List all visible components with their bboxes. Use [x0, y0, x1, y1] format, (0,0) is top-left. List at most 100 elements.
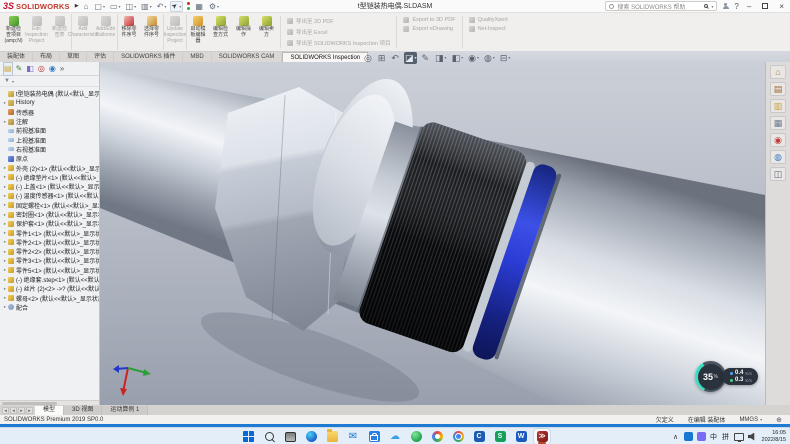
taskbar-icon[interactable] — [366, 429, 382, 444]
tree-item[interactable]: 前视基准面 — [2, 126, 99, 135]
quick-access-button[interactable]: ▦ — [194, 2, 205, 11]
taskbar-icon[interactable] — [429, 429, 445, 444]
search-caret-icon[interactable]: ▾ — [711, 4, 713, 9]
tree-item[interactable]: t型铠装热电偶 (默认<默认_显示状态-1 — [2, 89, 99, 98]
command-tab[interactable]: SOLIDWORKS Inspection — [282, 52, 368, 62]
ribbon-button[interactable]: 编辑检 查方式 — [209, 14, 232, 50]
tray-icon[interactable] — [748, 433, 757, 441]
tree-item[interactable]: ▸ 固定螺栓<1> (默认<<默认>_显示 — [2, 201, 99, 210]
model-3d[interactable] — [100, 62, 765, 405]
tray-icon[interactable]: ∧ — [672, 433, 680, 441]
hud-button[interactable]: ✎ — [420, 52, 431, 64]
ribbon-button[interactable]: 启动模 板编辑 器 — [186, 14, 209, 50]
hud-button[interactable]: ⊞ — [377, 52, 388, 64]
panel-tab[interactable]: ▤ — [4, 63, 12, 75]
menu-flyout-arrow-icon[interactable]: ▶ — [75, 3, 79, 9]
quick-access-button[interactable]: ▥▾ — [140, 2, 153, 11]
hud-button[interactable]: ◪▾ — [404, 52, 418, 64]
taskbar-icon[interactable] — [261, 429, 277, 444]
export-menu-item[interactable]: Export eDrawing — [403, 26, 455, 32]
panel-tab[interactable]: ◉ — [49, 63, 56, 75]
ribbon-button[interactable]: 编辑操 作 — [232, 14, 255, 50]
tree-filter-bar[interactable]: ▼ ▾ — [0, 76, 99, 87]
quick-access-button[interactable] — [186, 2, 191, 10]
tree-item[interactable]: ▸ (-) 绝缘套.step<1> (默认<<默认> — [2, 275, 99, 284]
taskbar-icon[interactable] — [408, 429, 424, 444]
tray-icon[interactable] — [697, 432, 706, 441]
document-tab[interactable]: 3D 视图 — [64, 406, 102, 415]
document-tab[interactable]: 模型 — [35, 406, 64, 415]
tree-item[interactable]: ▸ 零件3<1> (默认<<默认>_显示状态 — [2, 256, 99, 265]
quick-access-button[interactable]: ⚙▾ — [208, 2, 220, 11]
quick-access-button[interactable]: ▭▾ — [109, 2, 122, 11]
hud-button[interactable]: ◉▾ — [467, 52, 480, 64]
taskbar-icon[interactable] — [240, 429, 256, 444]
task-pane-tab[interactable]: ◫ — [770, 167, 786, 181]
taskbar-icon[interactable] — [303, 429, 319, 444]
tree-item[interactable]: ▸ 零件5<1> (默认<<默认>_显示状态 — [2, 266, 99, 275]
ribbon-button[interactable]: 移除零 件序号 — [117, 14, 140, 50]
tree-item[interactable]: ▸ 保护套<1> (默认<<默认>_显示状 — [2, 219, 99, 228]
ribbon-button[interactable]: 选择零 件序号 — [140, 14, 163, 50]
tray-icon[interactable]: 中 — [710, 432, 718, 442]
document-tab[interactable]: 运动算例 1 — [102, 406, 148, 415]
export-menu-item[interactable]: 导出至 2D PDF — [287, 17, 390, 25]
tree-item[interactable]: ▸ 零件2<2> (默认<<默认>_显示状态 — [2, 247, 99, 256]
tree-item[interactable]: ▸ 注解 — [2, 117, 99, 126]
search-icon[interactable] — [704, 4, 708, 8]
quick-access-button[interactable]: ◫▾ — [125, 2, 138, 11]
taskbar-icon[interactable] — [450, 429, 466, 444]
close-button[interactable]: × — [776, 2, 787, 11]
tree-item[interactable]: ▸ 螺母<2> (默认<<默认>_显示状态 — [2, 294, 99, 303]
units-selector[interactable]: MMGS▾ — [739, 417, 762, 423]
export-menu-item[interactable]: Export to 3D PDF — [403, 17, 455, 23]
ribbon-button[interactable]: Add/Edit Balloons — [94, 14, 117, 50]
ribbon-button[interactable]: 编辑卖 方 — [255, 14, 278, 50]
viewport-3d[interactable] — [100, 62, 765, 405]
tree-item[interactable]: ▸ 密封圈<1> (默认<<默认>_显示状 — [2, 210, 99, 219]
tree-item[interactable]: ▸ 零件1<1> (默认<<默认>_显示状态 — [2, 228, 99, 237]
task-pane-tab[interactable]: ◉ — [770, 133, 786, 147]
tab-scroll-button[interactable]: ◂ — [10, 407, 17, 414]
task-pane-tab[interactable]: ▤ — [770, 82, 786, 96]
tree-item[interactable]: ▸ 零件2<1> (默认<<默认>_显示状 — [2, 238, 99, 247]
panel-tab[interactable]: ◧ — [26, 63, 34, 75]
task-pane-tab[interactable]: ◍ — [770, 150, 786, 164]
command-tab[interactable]: SOLIDWORKS CAM — [212, 52, 283, 62]
hud-button[interactable]: ◧▾ — [451, 52, 465, 64]
task-pane-tab[interactable]: ▦ — [770, 116, 786, 130]
taskbar-icon[interactable]: ☁ — [387, 429, 403, 444]
panel-tab[interactable]: » — [60, 63, 64, 75]
tree-item[interactable]: ▸ (-) 温度传感器<1> (默认<<默认>_ — [2, 191, 99, 200]
minimize-button[interactable]: – — [744, 2, 754, 11]
login-icon[interactable] — [722, 3, 729, 10]
hud-button[interactable]: ◍▾ — [483, 52, 496, 64]
tree-item[interactable]: ▸ (-) 丝片 (2)<2> ->? (默认<<默认> — [2, 284, 99, 293]
tab-scroll-button[interactable]: ▸ — [18, 407, 25, 414]
export-menu-item[interactable]: 导出至 Excel — [287, 28, 390, 36]
help-button[interactable]: ? — [734, 2, 738, 11]
command-tab[interactable]: 评估 — [87, 52, 114, 62]
task-pane-tab[interactable]: ⌂ — [770, 65, 786, 79]
ribbon-button[interactable]: Edit Inspection Project — [25, 14, 48, 50]
export-menu-item[interactable]: 导出至 SOLIDWORKS Inspection 项目 — [287, 39, 390, 47]
performance-overlay-widget[interactable]: 35% 0.4 K/s 0.3 K/s — [695, 361, 758, 392]
taskbar-icon[interactable] — [324, 429, 340, 444]
panel-tab[interactable]: ✎ — [16, 63, 23, 75]
taskbar-icon[interactable]: C — [471, 429, 487, 444]
taskbar-icon[interactable]: S — [492, 429, 508, 444]
task-pane-tab[interactable]: ▥ — [770, 99, 786, 113]
quick-access-button[interactable]: ⌂ — [83, 2, 91, 11]
ribbon-button[interactable]: Update Inspection Project — [163, 14, 186, 50]
taskbar-icon[interactable]: W — [513, 429, 529, 444]
quick-access-button[interactable]: ▢▾ — [93, 2, 106, 11]
panel-tab[interactable]: ◎ — [38, 63, 45, 75]
command-tab[interactable]: MBD — [183, 52, 211, 62]
taskbar-icon[interactable] — [282, 429, 298, 444]
restore-button[interactable] — [762, 3, 768, 9]
tree-item[interactable]: 上视基准面 — [2, 135, 99, 144]
tab-scroll-button[interactable]: ▸ — [26, 407, 33, 414]
tree-item[interactable]: ▸ (-) 上盖<1> (默认<<默认>_显示状 — [2, 182, 99, 191]
quick-access-button[interactable]: ➤▾ — [170, 1, 183, 12]
tree-item[interactable]: ▸ History — [2, 98, 99, 107]
